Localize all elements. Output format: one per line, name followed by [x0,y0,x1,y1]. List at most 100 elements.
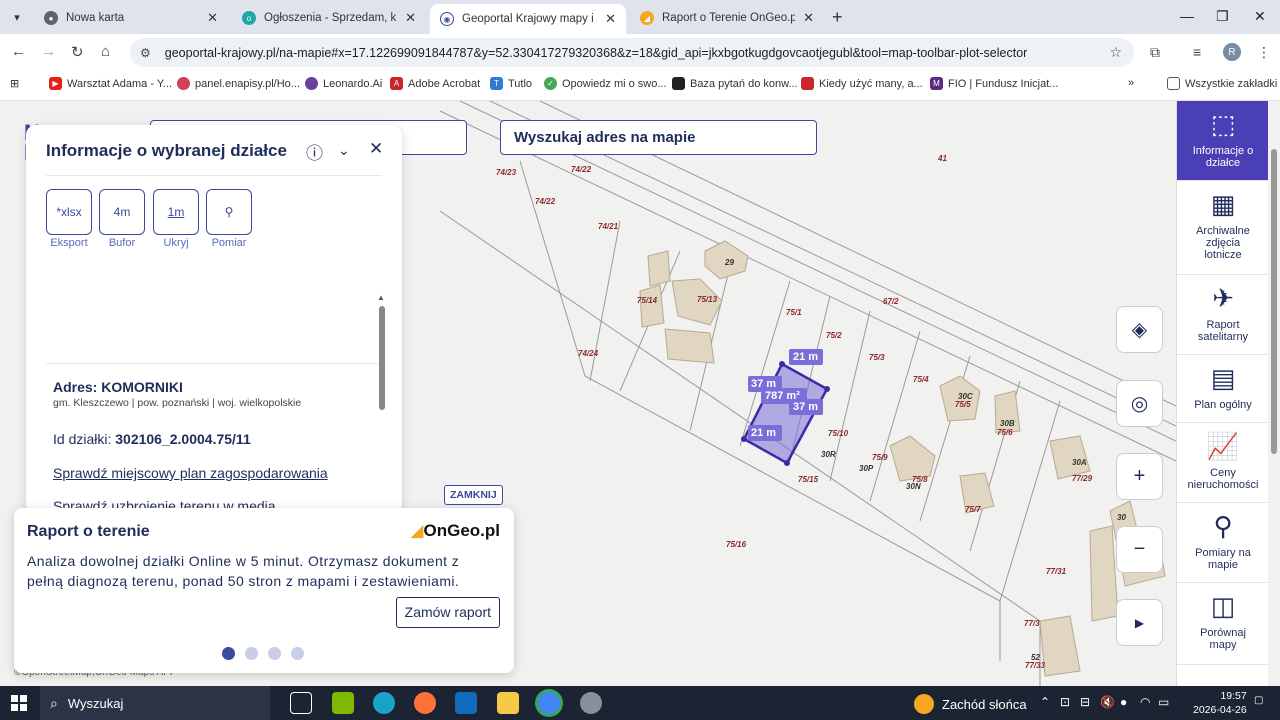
all-bookmarks[interactable]: Wszystkie zakładki [1167,77,1277,90]
bookmark-baza[interactable]: Baza pytań do konw... [672,77,798,90]
zoom-in-button[interactable]: + [1116,453,1163,500]
plus-icon: + [1133,465,1146,487]
wifi-icon[interactable]: ◠ [1140,695,1150,709]
back-icon[interactable]: ← [11,43,26,60]
close-tab-icon[interactable]: ✕ [207,10,218,26]
panel-scrollbar[interactable] [379,306,385,410]
locate-icon: ◎ [1130,393,1149,415]
bookmark-opowiedz[interactable]: ✓ Opowiedz mi o swo... [544,77,667,90]
reload-icon[interactable]: ↻ [71,43,84,61]
tab-raport-ongeo[interactable]: ◢ Raport o Terenie OnGeo.pl – Ar ✕ [630,4,824,32]
sidebar-item-compare-maps[interactable]: ◫ Porównaj mapy [1177,583,1269,665]
forward-icon[interactable]: → [41,43,56,60]
ongeo-icon: ◢ [640,11,654,25]
speaker-muted-icon[interactable]: 🔇 [1100,695,1115,709]
tray-icon[interactable]: ⊡ [1060,695,1070,709]
more-bookmarks-icon[interactable]: » [1128,77,1134,89]
local-plan-link[interactable]: Sprawdź miejscowy plan zagospodarowania [53,465,328,481]
layers-icon: ◈ [1131,319,1148,341]
task-view-icon[interactable] [290,692,312,714]
scroll-up-icon[interactable]: ▲ [377,293,385,302]
notifications-icon[interactable]: ▢ [1254,695,1263,706]
sidebar-item-satellite-report[interactable]: ✈ Raport satelitarny [1177,275,1269,355]
plot-id: Id działki: 302106_2.0004.75/11 [53,431,251,447]
site-info-icon[interactable]: ⚙ [140,46,151,60]
tab-ogloszenia[interactable]: o Ogłoszenia - Sprzedam, kupię n ✕ [232,4,426,32]
app-icon[interactable] [580,692,602,714]
hide-button[interactable]: 1m [153,189,199,235]
close-window-icon[interactable]: ✕ [1254,8,1266,25]
sidebar-item-property-prices[interactable]: 📈 Ceny nieruchomości [1177,423,1269,503]
address-bar[interactable]: ⚙ geoportal-krajowy.pl/na-mapie#x=17.122… [130,38,1134,67]
url-text[interactable]: geoportal-krajowy.pl/na-mapie#x=17.12269… [165,46,1028,60]
chrome-icon[interactable] [538,692,560,714]
reading-list-icon[interactable]: ≡ [1193,44,1201,60]
close-tab-icon[interactable]: ✕ [405,10,416,26]
sidebar-item-map-measurements[interactable]: ⚲ Pomiary na mapie [1177,503,1269,583]
folder-icon [1167,77,1180,90]
plot-id-value[interactable]: 302106_2.0004.75/11 [115,431,250,447]
measure-button[interactable]: ⚲ [206,189,252,235]
tab-search-button[interactable]: ▾ [6,6,28,28]
zoom-out-button[interactable]: − [1116,526,1163,573]
bookmark-leonardo[interactable]: Leonardo.Ai [305,77,382,90]
close-report-button[interactable]: ZAMKNIJ [444,485,503,505]
report-title: Raport o terenie [27,523,150,540]
battery-icon[interactable]: ▭ [1158,695,1169,709]
sidebar-item-plot-info[interactable]: ⬚ Informacje o działce [1177,101,1269,181]
profile-avatar[interactable]: R [1223,43,1241,61]
close-icon[interactable]: ✕ [369,139,383,159]
bookmark-acrobat[interactable]: A Adobe Acrobat [390,77,480,90]
taskbar-search[interactable]: ⌕ Wyszukaj [40,686,270,720]
locate-button[interactable]: ◎ [1116,380,1163,427]
edge-icon[interactable] [373,692,395,714]
extensions-icon[interactable]: ⧉ [1150,44,1160,61]
chevron-down-icon[interactable]: ⌄ [338,142,350,159]
bookmark-enapisy[interactable]: panel.enapisy.pl/Ho... [177,77,300,90]
tray-icon[interactable]: ⊟ [1080,695,1090,709]
search-address-input[interactable]: Wyszukaj adres na mapie [500,120,817,155]
windows-start-icon[interactable] [11,695,27,711]
sidebar-item-archive-photos[interactable]: ▦ Archiwalne zdjęcia lotnicze [1177,181,1269,275]
tab-geoportal[interactable]: ◉ Geoportal Krajowy mapy i infor ✕ [430,4,626,34]
app-icon[interactable] [332,692,354,714]
carousel-dot[interactable] [222,647,235,660]
bookmark-fio[interactable]: M FIO | Fundusz Inicjat... [930,77,1058,90]
tab-new-tab[interactable]: ● Nowa karta ✕ [34,4,228,32]
scrollbar-thumb[interactable] [1271,149,1277,454]
close-tab-icon[interactable]: ✕ [803,10,814,26]
export-button[interactable]: *xlsx [46,189,92,235]
bookmark-tutlo[interactable]: T Tutlo [490,77,532,90]
bookmark-warsztat[interactable]: ▶ Warsztat Adama - Y... [49,77,172,90]
apps-icon[interactable]: ⊞ [10,77,19,90]
carousel-dot[interactable] [245,647,258,660]
bookmark-star-icon[interactable]: ☆ [1109,44,1122,61]
order-report-button[interactable]: Zamów raport [395,597,500,628]
chevron-up-icon[interactable]: ⌃ [1040,695,1050,709]
minimize-icon[interactable]: — [1180,8,1194,24]
buffer-icon: 4m [113,205,131,219]
help-icon[interactable]: ⓘ [306,139,323,164]
carousel-dot[interactable] [291,647,304,660]
maximize-icon[interactable]: ❐ [1216,8,1229,25]
expand-panel-button[interactable]: ▶ [1116,599,1163,646]
weather-widget[interactable]: Zachód słońca [914,694,1027,714]
plot-number: 75/3 [869,353,885,362]
firefox-icon[interactable] [414,692,436,714]
taskbar-clock[interactable]: 19:57 2026-04-26 [1193,689,1247,717]
outlook-icon[interactable] [455,692,477,714]
browser-menu-icon[interactable]: ⋮ [1257,44,1271,61]
page-scrollbar[interactable] [1268,101,1280,686]
plot-number: 75/2 [826,331,842,340]
home-icon[interactable]: ⌂ [101,43,110,60]
new-tab-button[interactable]: + [832,7,843,28]
sidebar-item-general-plan[interactable]: ▤ Plan ogólny [1177,355,1269,423]
layers-button[interactable]: ◈ [1116,306,1163,353]
close-tab-icon[interactable]: ✕ [605,11,616,27]
selection-icon: ⬚ [1210,109,1236,139]
carousel-dot[interactable] [268,647,281,660]
tray-icon[interactable]: ● [1120,695,1127,709]
bookmark-kiedy[interactable]: Kiedy użyć many, a... [801,77,923,90]
buffer-button[interactable]: 4m [99,189,145,235]
file-explorer-icon[interactable] [497,692,519,714]
